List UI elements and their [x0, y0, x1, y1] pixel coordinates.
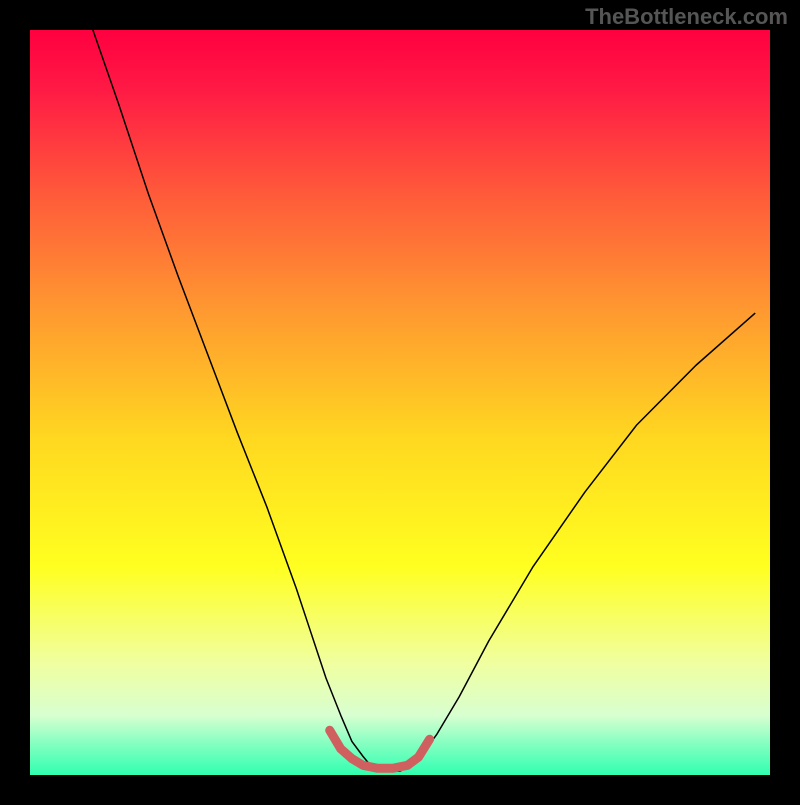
- bottleneck-chart: [0, 0, 800, 800]
- watermark-text: TheBottleneck.com: [585, 4, 788, 30]
- chart-container: [0, 0, 800, 800]
